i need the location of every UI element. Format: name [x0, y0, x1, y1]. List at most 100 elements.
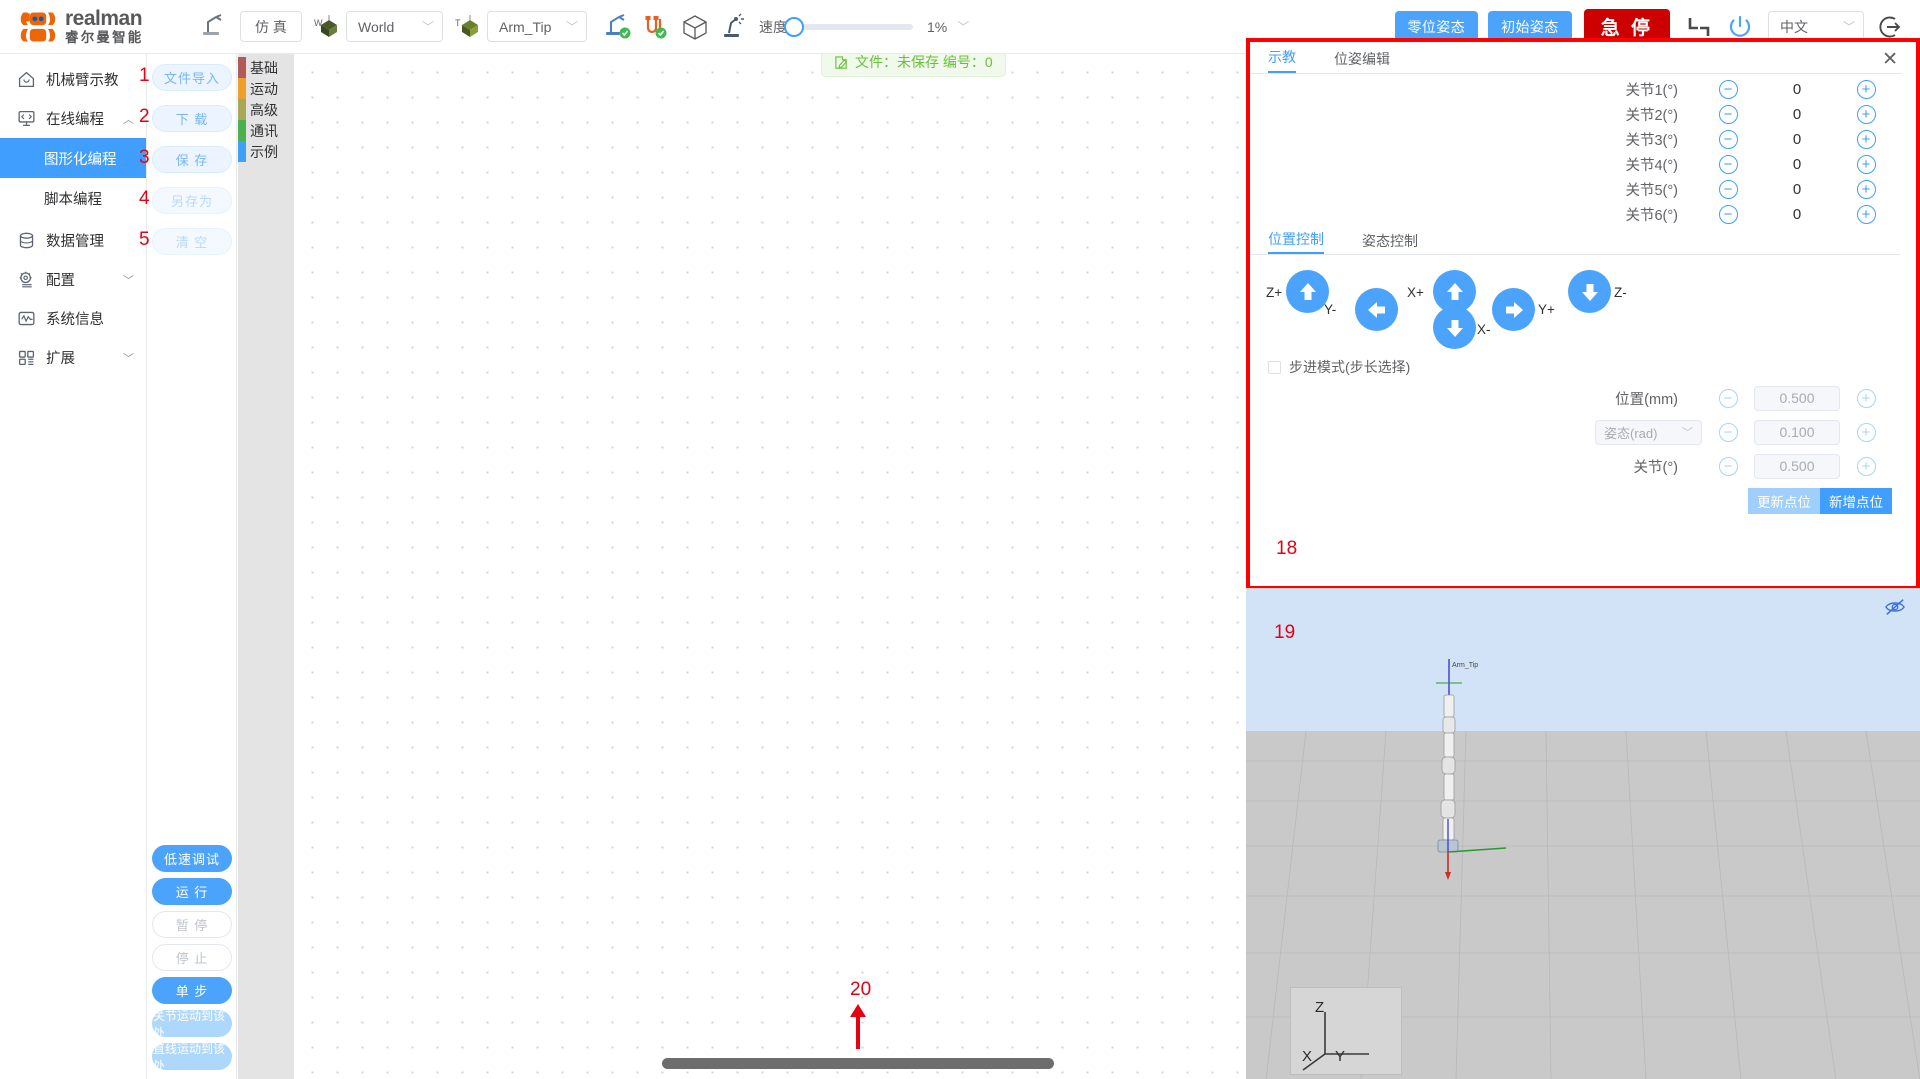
- step-attitude-input[interactable]: 0.100: [1754, 420, 1840, 445]
- joint-increment-button[interactable]: +: [1857, 105, 1876, 124]
- tab-teach[interactable]: 示教: [1268, 47, 1296, 73]
- step-joint-decrement-button[interactable]: −: [1719, 457, 1738, 476]
- chevron-down-icon: ﹀: [123, 350, 134, 366]
- step-joint-increment-button[interactable]: +: [1857, 457, 1876, 476]
- category-basic[interactable]: 基础 6: [238, 57, 294, 78]
- tab-position-control[interactable]: 位置控制: [1268, 229, 1324, 254]
- pause-button[interactable]: 暂 停: [152, 911, 232, 938]
- step-attitude-increment-button[interactable]: +: [1857, 423, 1876, 442]
- robot-3d-viewport[interactable]: Arm_Tip 19: [1246, 588, 1920, 1079]
- joint-decrement-button[interactable]: −: [1719, 80, 1738, 99]
- category-comm[interactable]: 通讯 9: [238, 120, 294, 141]
- update-point-button[interactable]: 更新点位: [1748, 488, 1820, 514]
- step-attitude-select[interactable]: 姿态(rad) ﹀: [1595, 420, 1702, 445]
- chevron-down-icon: ﹀: [566, 18, 578, 35]
- chevron-down-icon[interactable]: ﹀: [957, 18, 969, 35]
- speed-percent: 1%: [927, 19, 947, 35]
- file-action-buttons: 文件导入 1 下 载 2 保 存 3 另存为 4 清 空 5: [152, 64, 232, 255]
- power-icon[interactable]: [1726, 13, 1754, 41]
- step-position-decrement-button[interactable]: −: [1719, 389, 1738, 408]
- joint-increment-button[interactable]: +: [1857, 205, 1876, 224]
- save-as-button[interactable]: 另存为: [152, 187, 232, 214]
- speed-slider-knob[interactable]: [784, 17, 804, 37]
- category-label: 高级: [250, 100, 278, 120]
- gear-icon: [17, 270, 36, 289]
- jog-y-minus-button[interactable]: [1355, 288, 1398, 331]
- pulse-icon: [17, 309, 36, 328]
- category-advanced[interactable]: 高级 8: [238, 99, 294, 120]
- jog-y-plus-button[interactable]: [1492, 288, 1535, 331]
- step-joint-input[interactable]: 0.500: [1754, 454, 1840, 479]
- joint-increment-button[interactable]: +: [1857, 180, 1876, 199]
- joint-decrement-button[interactable]: −: [1719, 130, 1738, 149]
- file-status-badge: 文件：未保存 编号：0: [821, 54, 1006, 77]
- tab-attitude-control[interactable]: 姿态控制: [1362, 231, 1418, 254]
- sidebar-item-system-info[interactable]: 系统信息: [0, 299, 146, 338]
- realman-logo-icon: [18, 7, 58, 47]
- file-import-button[interactable]: 文件导入: [152, 64, 232, 91]
- eye-slash-icon[interactable]: [1884, 597, 1906, 622]
- sim-mode-button[interactable]: 仿 真: [240, 11, 302, 42]
- step-attitude-select-value: 姿态(rad): [1604, 423, 1657, 442]
- arrow-down-icon: [1442, 315, 1468, 341]
- joint-move-here-button[interactable]: 关节运动到该处: [152, 1010, 232, 1037]
- teach-panel-tabs: 示教 位姿编辑 ✕: [1250, 48, 1902, 74]
- single-step-button[interactable]: 单 步: [152, 977, 232, 1004]
- add-point-button[interactable]: 新增点位: [1820, 488, 1892, 514]
- stop-button[interactable]: 停 止: [152, 944, 232, 971]
- linear-move-here-button[interactable]: 直线运动到该处: [152, 1043, 232, 1070]
- sidebar-item-label: 机械臂示教: [46, 69, 119, 90]
- joint-decrement-button[interactable]: −: [1719, 180, 1738, 199]
- jog-label-y-minus: Y-: [1324, 302, 1336, 317]
- tool-select[interactable]: Arm_Tip ﹀: [487, 11, 587, 42]
- run-button[interactable]: 运 行: [152, 878, 232, 905]
- collision-box-icon[interactable]: [681, 13, 709, 41]
- category-label: 运动: [250, 79, 278, 99]
- connect-robot-icon[interactable]: [603, 13, 633, 41]
- step-mode-checkbox[interactable]: [1268, 361, 1281, 374]
- loop-connect-icon[interactable]: [641, 13, 671, 41]
- speed-slider[interactable]: [793, 24, 913, 30]
- save-button[interactable]: 保 存: [152, 146, 232, 173]
- axis-corner-icon[interactable]: [1686, 14, 1712, 40]
- step-position-input[interactable]: 0.500: [1754, 386, 1840, 411]
- joint-decrement-button[interactable]: −: [1719, 105, 1738, 124]
- joint-increment-button[interactable]: +: [1857, 130, 1876, 149]
- sidebar-item-robot-teach[interactable]: 机械臂示教: [0, 60, 146, 99]
- sidebar-item-config[interactable]: 配置 ﹀: [0, 260, 146, 299]
- sidebar-item-data-management[interactable]: 数据管理: [0, 221, 146, 260]
- category-motion[interactable]: 运动 7: [238, 78, 294, 99]
- download-button[interactable]: 下 载: [152, 105, 232, 132]
- clear-button[interactable]: 清 空: [152, 228, 232, 255]
- frame-select[interactable]: World ﹀: [346, 11, 443, 42]
- category-example[interactable]: 示例 10: [238, 141, 294, 162]
- step-attitude-decrement-button[interactable]: −: [1719, 423, 1738, 442]
- horizontal-scrollbar[interactable]: [662, 1058, 1054, 1069]
- drag-teach-icon[interactable]: [719, 13, 747, 41]
- joint-increment-button[interactable]: +: [1857, 155, 1876, 174]
- joint-decrement-button[interactable]: −: [1719, 205, 1738, 224]
- language-value: 中文: [1780, 17, 1808, 37]
- teach-pendant-icon[interactable]: [200, 13, 230, 41]
- jog-z-plus-button[interactable]: [1286, 270, 1329, 313]
- joint-decrement-button[interactable]: −: [1719, 155, 1738, 174]
- close-icon[interactable]: ✕: [1882, 50, 1898, 69]
- joint-value: 0: [1754, 206, 1840, 223]
- sidebar-item-extension[interactable]: 扩展 ﹀: [0, 338, 146, 377]
- chevron-down-icon: ﹀: [1843, 18, 1855, 35]
- jog-x-minus-button[interactable]: [1433, 306, 1476, 349]
- tab-pose-edit[interactable]: 位姿编辑: [1334, 49, 1390, 73]
- sidebar-item-graphical-programming[interactable]: 图形化编程: [0, 138, 146, 178]
- joint-label: 关节4(°): [1250, 154, 1702, 175]
- joint-increment-button[interactable]: +: [1857, 80, 1876, 99]
- logout-icon[interactable]: [1878, 13, 1906, 41]
- annotation-number: 1: [139, 65, 150, 87]
- sidebar-item-script-programming[interactable]: 脚本编程: [0, 178, 146, 218]
- jog-label-z-plus: Z+: [1266, 285, 1282, 300]
- sidebar: 机械臂示教 在线编程 ︿ 图形化编程 脚本编程 数据管理: [0, 54, 147, 1079]
- sidebar-item-online-programming[interactable]: 在线编程 ︿: [0, 99, 146, 138]
- jog-z-minus-button[interactable]: [1568, 270, 1611, 313]
- step-mode-row: 步进模式(步长选择): [1250, 357, 1916, 377]
- low-speed-debug-button[interactable]: 低速调试: [152, 845, 232, 872]
- step-position-increment-button[interactable]: +: [1857, 389, 1876, 408]
